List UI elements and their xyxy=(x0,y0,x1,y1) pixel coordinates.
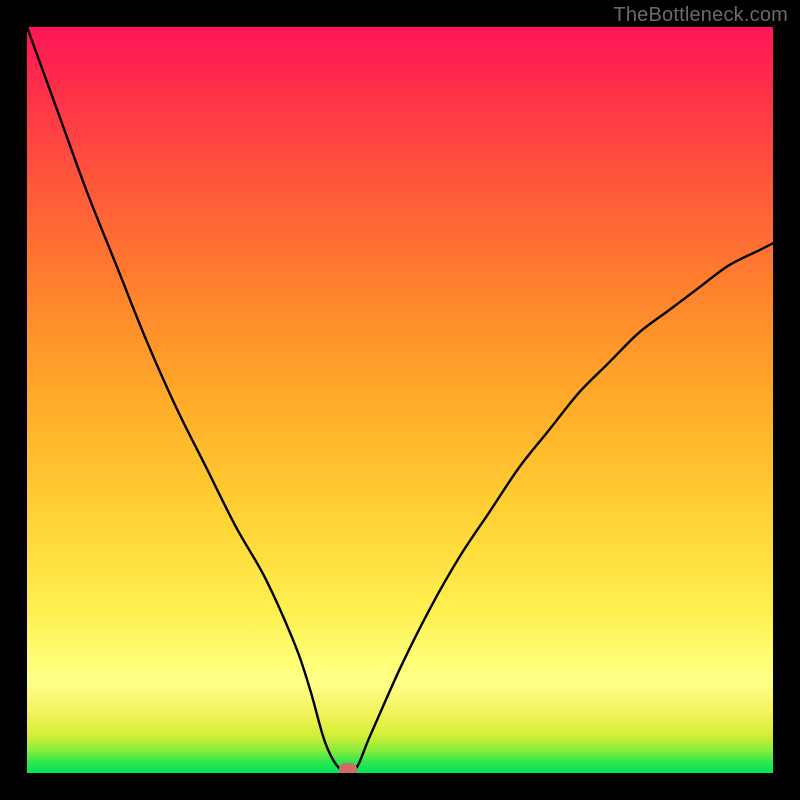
watermark-text: TheBottleneck.com xyxy=(613,4,788,27)
bottleneck-curve xyxy=(27,27,773,773)
minimum-point-marker xyxy=(339,763,357,773)
plot-area xyxy=(27,27,773,773)
chart-frame: TheBottleneck.com xyxy=(0,0,800,800)
curve-path xyxy=(27,27,773,773)
